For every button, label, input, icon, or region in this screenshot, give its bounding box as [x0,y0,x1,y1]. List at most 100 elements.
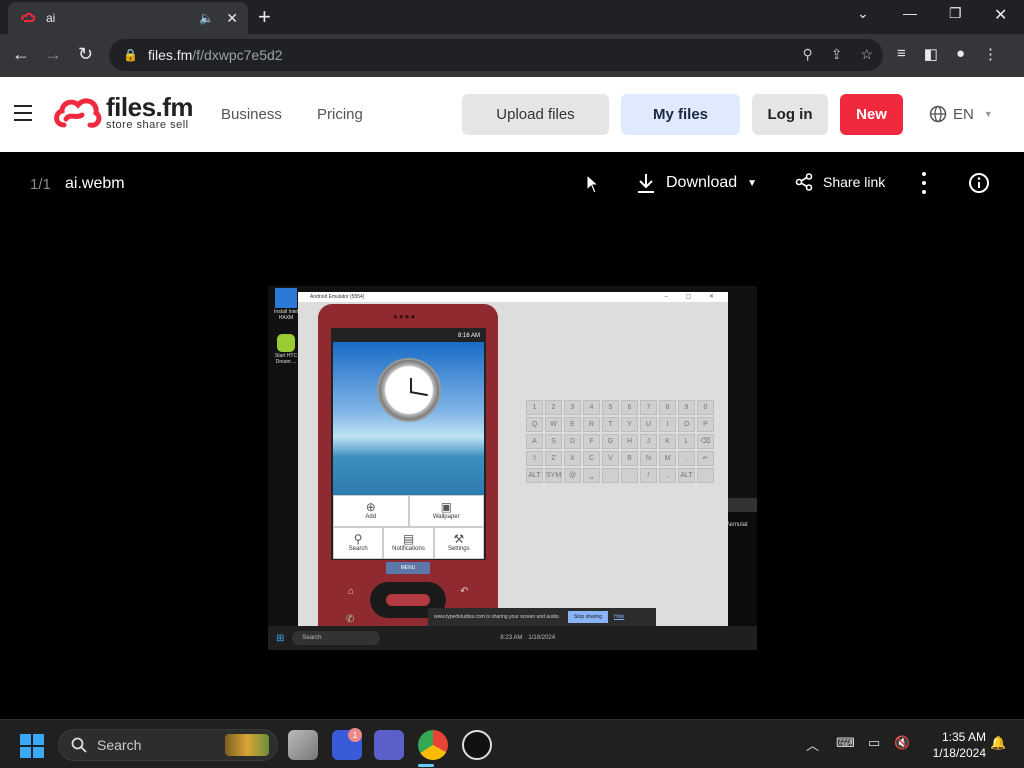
emulator-key[interactable]: 1 [526,400,543,415]
download-button[interactable]: Download ▼ [636,172,757,194]
emulator-key[interactable]: L [678,434,695,449]
emulator-key[interactable]: D [564,434,581,449]
emulator-key[interactable]: O [678,417,695,432]
emulator-key[interactable]: F [583,434,600,449]
share-page-icon[interactable]: ⇪ [831,46,843,63]
desktop-icon-haxm[interactable]: Install Intel HAXM [274,288,298,321]
desktop-icon-htc[interactable]: Start HTC Dream ... [274,334,298,365]
hide-link[interactable]: Hide [614,614,624,620]
emulator-key[interactable]: / [640,468,657,483]
emulator-window-controls[interactable]: – ▢ ✕ [665,292,722,302]
reload-icon[interactable]: ↻ [78,44,93,65]
emulator-key[interactable]: ⌫ [697,434,714,449]
menu-settings[interactable]: ⚒ Settings [433,527,484,559]
chevron-down-icon[interactable]: ▼ [747,178,757,189]
emulator-key[interactable]: I [659,417,676,432]
emulator-key[interactable]: 8 [659,400,676,415]
emulator-key[interactable]: E [564,417,581,432]
emulator-key[interactable]: S [545,434,562,449]
analog-clock-widget[interactable] [377,358,441,422]
back-arrow-icon[interactable]: ↶ [460,586,468,597]
emulator-key[interactable]: ␣ [583,468,600,483]
emulator-key[interactable]: A [526,434,543,449]
windows-start-icon[interactable] [20,734,44,758]
zoom-search-icon[interactable]: ⚲ [802,46,812,63]
profile-icon[interactable]: ● [956,45,965,63]
nav-pricing[interactable]: Pricing [317,106,363,123]
more-options-icon[interactable] [922,172,928,199]
info-icon[interactable] [968,172,990,194]
side-panel-icon[interactable]: ◧ [924,45,938,63]
emulator-key[interactable]: 3 [564,400,581,415]
hamburger-menu-icon[interactable] [14,105,32,121]
emulator-key[interactable]: U [640,417,657,432]
bookmark-star-icon[interactable]: ☆ [860,46,873,63]
taskbar-search[interactable]: Search [58,729,278,761]
tray-chevron-icon[interactable]: ︿ [806,735,819,754]
close-window-icon[interactable]: ✕ [994,5,1007,25]
emulator-key[interactable]: G [602,434,619,449]
task-view-icon[interactable] [288,730,318,760]
emulator-key[interactable]: ⇧ [526,451,543,466]
menu-search[interactable]: ⚲ Search [333,527,384,559]
menu-notifications[interactable]: ▤ Notifications [383,527,434,559]
files-fm-logo[interactable]: files.fm store share sell [52,94,194,131]
emulator-key[interactable]: M [659,451,676,466]
emulator-key[interactable]: N [640,451,657,466]
emulator-key[interactable]: C [583,451,600,466]
chrome-menu-icon[interactable]: ⋮ [983,45,998,63]
browser-tab[interactable]: ai 🔈 ✕ [8,2,248,34]
emulator-key[interactable]: R [583,417,600,432]
menu-add[interactable]: ⊕ Add [333,495,409,527]
emulator-key[interactable]: 2 [545,400,562,415]
my-files-button[interactable]: My files [621,94,740,135]
new-tab-icon[interactable]: + [258,6,271,28]
tab-close-icon[interactable]: ✕ [226,10,238,27]
forward-icon[interactable]: → [44,44,62,65]
taskbar-clock[interactable]: 1:35 AM 1/18/2024 [920,729,986,761]
emulator-key[interactable]: SYM [545,468,562,483]
phone-menu-button[interactable]: MENU [386,562,430,574]
call-icon[interactable]: ✆ [346,614,354,625]
back-icon[interactable]: ← [12,44,30,65]
emulator-key[interactable]: Y [621,417,638,432]
emulator-key[interactable] [697,468,714,483]
android-screen[interactable]: 8:16 AM ⊕ Add ▣ Wallpaper ⚲ Search ▤ Notific… [331,328,486,560]
restore-icon[interactable]: ❐ [949,5,962,22]
nav-business[interactable]: Business [221,106,282,123]
emulator-key[interactable]: V [602,451,619,466]
emulator-key[interactable]: Z [545,451,562,466]
network-icon[interactable]: ▭ [868,735,880,751]
emulator-key[interactable]: 6 [621,400,638,415]
log-in-button[interactable]: Log in [752,94,828,135]
emulator-key[interactable]: ALT [526,468,543,483]
emulator-key[interactable]: 4 [583,400,600,415]
emulator-key[interactable]: H [621,434,638,449]
emulator-key[interactable]: 9 [678,400,695,415]
keyboard-icon[interactable]: ⌨ [836,735,855,751]
media-player-icon[interactable] [462,730,492,760]
video-meeting-icon[interactable] [374,730,404,760]
video-player[interactable]: Install Intel HAXM Start HTC Dream ... A… [268,286,757,650]
reading-list-icon[interactable]: ≡ [897,45,906,63]
emulator-key[interactable]: P [697,417,714,432]
emulator-key[interactable] [621,468,638,483]
emulator-key[interactable]: X [564,451,581,466]
emulator-key[interactable] [602,468,619,483]
stop-sharing-button[interactable]: Stop sharing [567,611,608,623]
home-icon[interactable]: ⌂ [348,586,354,597]
emulator-key[interactable]: ALT [678,468,695,483]
minimize-icon[interactable]: — [903,5,917,21]
emulator-key[interactable]: K [659,434,676,449]
address-bar[interactable]: 🔒 files.fm/f/dxwpc7e5d2 ⚲ ⇪ ☆ [109,39,883,71]
emulator-key[interactable]: @ [564,468,581,483]
emulator-key[interactable]: ↵ [697,451,714,466]
tab-audio-icon[interactable]: 🔈 [199,11,214,25]
new-button[interactable]: New [840,94,903,135]
emulator-key[interactable]: Q [526,417,543,432]
volume-muted-icon[interactable]: 🔇 [894,735,910,751]
upload-files-button[interactable]: Upload files [462,94,609,135]
tab-search-chevron-icon[interactable]: ⌄ [857,5,869,22]
menu-wallpaper[interactable]: ▣ Wallpaper [408,495,484,527]
emulator-key[interactable]: B [621,451,638,466]
